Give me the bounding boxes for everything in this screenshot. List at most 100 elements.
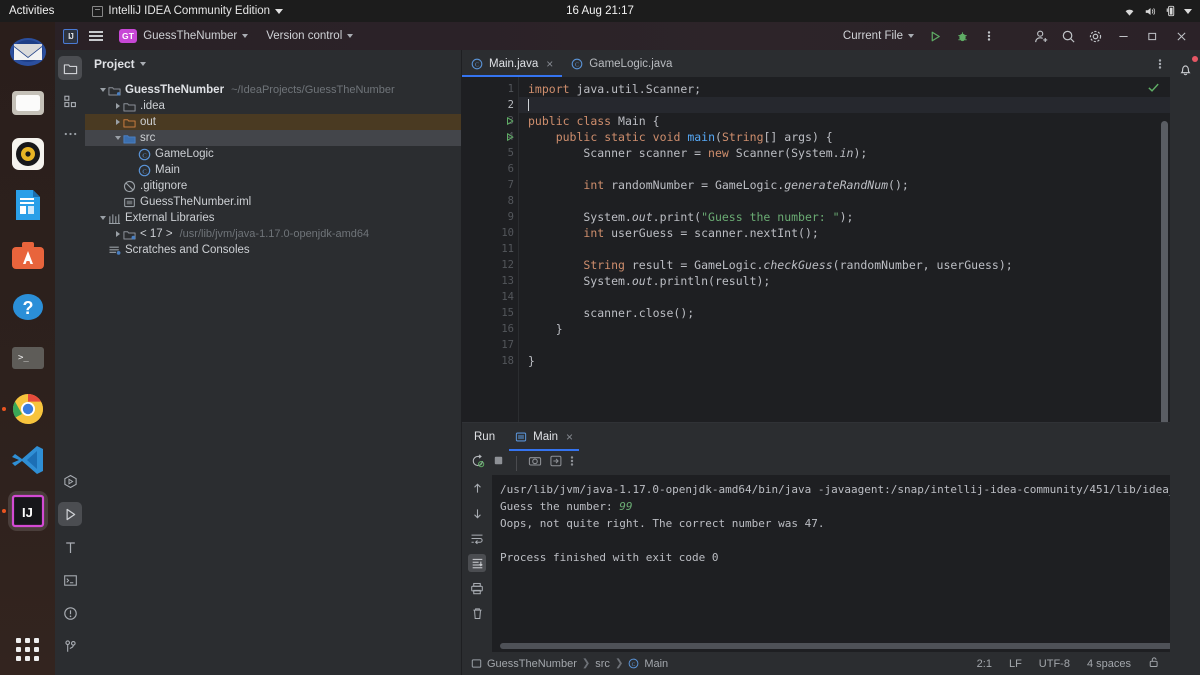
- export-button[interactable]: [549, 454, 563, 473]
- tool-button-structure[interactable]: [58, 89, 82, 113]
- search-everywhere-button[interactable]: [1056, 25, 1080, 47]
- stop-button[interactable]: [492, 454, 505, 472]
- chevron-down-icon[interactable]: [97, 88, 108, 92]
- scroll-to-end-button[interactable]: [468, 554, 486, 572]
- gutter-run-icon[interactable]: [504, 116, 515, 127]
- main-menu-button[interactable]: [89, 31, 103, 41]
- gutter-line[interactable]: 6: [462, 161, 518, 177]
- code-line[interactable]: System.out.println(result);: [519, 273, 1170, 289]
- gutter-line[interactable]: 14: [462, 289, 518, 305]
- tree-node-gitignore[interactable]: .gitignore: [85, 178, 461, 194]
- console-horizontal-scrollbar[interactable]: [500, 643, 1170, 649]
- version-control-widget[interactable]: Version control: [266, 30, 354, 42]
- chevron-right-icon[interactable]: [112, 231, 123, 237]
- tree-node-src[interactable]: src: [85, 130, 461, 146]
- code-line[interactable]: int randomNumber = GameLogic.generateRan…: [519, 177, 1170, 193]
- read-only-toggle[interactable]: [1148, 656, 1160, 671]
- gutter-line[interactable]: 9: [462, 209, 518, 225]
- gutter-line[interactable]: 12: [462, 257, 518, 273]
- caret-position[interactable]: 2:1: [977, 658, 992, 670]
- settings-button[interactable]: [1083, 25, 1107, 47]
- tree-node-main[interactable]: C Main: [85, 162, 461, 178]
- more-options-button[interactable]: [570, 454, 574, 473]
- code-line[interactable]: [519, 193, 1170, 209]
- chevron-down-icon[interactable]: [112, 136, 123, 140]
- code-line[interactable]: scanner.close();: [519, 305, 1170, 321]
- previous-occurrence-button[interactable]: [468, 479, 486, 497]
- tool-button-debug[interactable]: [58, 469, 82, 493]
- dock-item-chrome[interactable]: [8, 389, 48, 429]
- editor-tab-gamelogic[interactable]: C GameLogic.java: [562, 50, 681, 77]
- chevron-right-icon[interactable]: [112, 103, 123, 109]
- code-line[interactable]: [519, 97, 1170, 113]
- dock-item-libreoffice-writer[interactable]: [8, 185, 48, 225]
- code-line[interactable]: [519, 241, 1170, 257]
- code-line[interactable]: [519, 337, 1170, 353]
- gutter-line[interactable]: 10: [462, 225, 518, 241]
- editor-options-button[interactable]: [1158, 50, 1170, 77]
- soft-wrap-button[interactable]: [468, 529, 486, 547]
- next-occurrence-button[interactable]: [468, 504, 486, 522]
- dock-item-intellij-idea[interactable]: IJ: [7, 491, 48, 531]
- tool-button-terminal[interactable]: [58, 568, 82, 592]
- project-pane-header[interactable]: Project: [85, 50, 461, 78]
- gutter-line[interactable]: 16: [462, 321, 518, 337]
- dock-item-terminal[interactable]: >_: [8, 338, 48, 378]
- tree-node-17[interactable]: < 17 > /usr/lib/jvm/java-1.17.0-openjdk-a…: [85, 226, 461, 242]
- tool-button-project[interactable]: [58, 56, 82, 80]
- code-line[interactable]: [519, 289, 1170, 305]
- gutter-line[interactable]: 15: [462, 305, 518, 321]
- close-button[interactable]: [1168, 25, 1194, 47]
- gutter-line[interactable]: 4: [462, 129, 518, 145]
- code-line[interactable]: Scanner scanner = new Scanner(System.in)…: [519, 145, 1170, 161]
- line-separator[interactable]: LF: [1009, 658, 1022, 670]
- code-line[interactable]: import java.util.Scanner;: [519, 81, 1170, 97]
- system-tray[interactable]: [1123, 5, 1192, 17]
- minimize-button[interactable]: [1110, 25, 1136, 47]
- tree-node-out[interactable]: out: [85, 114, 461, 130]
- close-run-tab-icon[interactable]: ×: [566, 430, 573, 444]
- clear-all-button[interactable]: [468, 604, 486, 622]
- chevron-right-icon[interactable]: [112, 119, 123, 125]
- editor-gutter[interactable]: 1 2 3 4 5 6 7 8 9 10 11 12 13 14 15 16 17 18: [462, 77, 518, 422]
- show-applications-button[interactable]: [16, 638, 39, 661]
- gutter-line[interactable]: 18: [462, 353, 518, 369]
- dock-item-app-center[interactable]: [8, 236, 48, 276]
- tree-node-guessthenumber-iml[interactable]: GuessTheNumber.iml: [85, 194, 461, 210]
- editor-tab-main[interactable]: C Main.java ×: [462, 50, 563, 77]
- notifications-button[interactable]: [1173, 56, 1198, 81]
- console-output[interactable]: /usr/lib/jvm/java-1.17.0-openjdk-amd64/b…: [492, 475, 1170, 652]
- print-button[interactable]: [468, 579, 486, 597]
- gutter-line[interactable]: 7: [462, 177, 518, 193]
- dock-item-help[interactable]: ?: [8, 287, 48, 327]
- tool-button-build[interactable]: [58, 535, 82, 559]
- breadcrumb-folder[interactable]: src: [595, 658, 610, 670]
- gutter-line[interactable]: 5: [462, 145, 518, 161]
- code-editor[interactable]: 1 2 3 4 5 6 7 8 9 10 11 12 13 14 15 16 17 18 import java.…: [462, 77, 1170, 422]
- close-tab-icon[interactable]: ×: [546, 57, 553, 71]
- editor-code-area[interactable]: import java.util.Scanner; public class Ma…: [518, 77, 1170, 422]
- run-button[interactable]: [923, 25, 947, 47]
- file-encoding[interactable]: UTF-8: [1039, 658, 1070, 670]
- code-line[interactable]: }: [519, 353, 1170, 369]
- run-configuration-selector[interactable]: Current File: [843, 30, 914, 42]
- tool-button-version-control[interactable]: [58, 634, 82, 658]
- gutter-run-icon[interactable]: [504, 132, 515, 143]
- code-line[interactable]: }: [519, 321, 1170, 337]
- breadcrumb-project[interactable]: GuessTheNumber: [487, 658, 577, 670]
- gutter-line[interactable]: 17: [462, 337, 518, 353]
- dock-item-vscode[interactable]: [8, 440, 48, 480]
- gutter-line[interactable]: 11: [462, 241, 518, 257]
- gutter-line[interactable]: 13: [462, 273, 518, 289]
- editor-scrollbar[interactable]: [1161, 121, 1168, 422]
- code-line[interactable]: [519, 161, 1170, 177]
- gutter-line[interactable]: 2: [462, 97, 518, 113]
- breadcrumb[interactable]: GuessTheNumber ❯ src ❯ C Main: [471, 658, 668, 670]
- code-line[interactable]: int userGuess = scanner.nextInt();: [519, 225, 1170, 241]
- intellij-logo-icon[interactable]: IJ: [63, 28, 78, 44]
- gutter-line[interactable]: 1: [462, 81, 518, 97]
- active-app-menu[interactable]: IntelliJ IDEA Community Edition: [92, 5, 284, 17]
- dock-item-rhythmbox[interactable]: [8, 134, 48, 174]
- run-tab-main[interactable]: Main ×: [509, 423, 580, 451]
- breadcrumb-class[interactable]: Main: [644, 658, 668, 670]
